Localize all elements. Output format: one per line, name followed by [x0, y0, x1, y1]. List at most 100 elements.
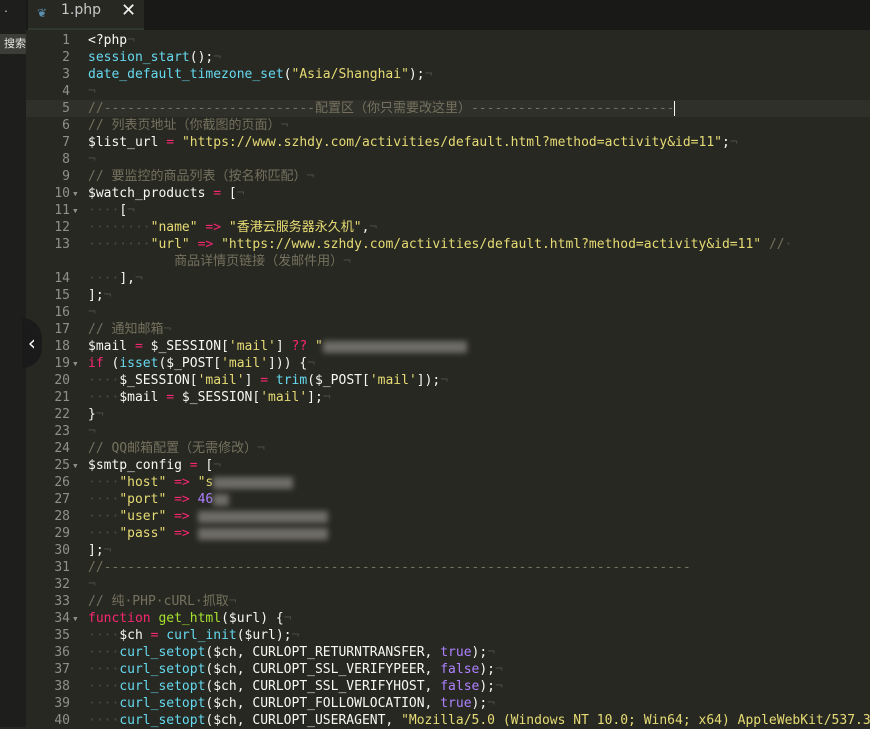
- code-text: // 纯·PHP·cURL·抓取¬: [88, 593, 237, 610]
- code-line[interactable]: 29 ····"pass" =>: [26, 525, 870, 542]
- line-number: 29: [54, 526, 70, 541]
- code-text: ¬: [88, 83, 96, 100]
- code-editor[interactable]: 1 <?php¬ 2 session_start();¬ 3 date_default_t…: [26, 32, 870, 729]
- code-line[interactable]: 28 ····"user" =>: [26, 508, 870, 525]
- code-token: [: [197, 458, 214, 473]
- code-line[interactable]: 31 //------------------------------------…: [26, 559, 870, 576]
- code-line[interactable]: 7 $list_url = "https://www.szhdy.com/acti…: [26, 134, 870, 151]
- code-line[interactable]: 4 ¬: [26, 83, 870, 100]
- code-line[interactable]: 25 ▾ $smtp_config = [¬: [26, 457, 870, 474]
- code-line[interactable]: 39 ····curl_setopt($ch, CURLOPT_FOLLOWLOC…: [26, 695, 870, 712]
- code-line[interactable]: 32 ¬: [26, 576, 870, 593]
- tab-1-php[interactable]: ❦ 1.php ✕: [28, 0, 144, 30]
- code-line[interactable]: 24 // QQ邮箱配置（无需修改）¬: [26, 440, 870, 457]
- code-line[interactable]: 38 ····curl_setopt($ch, CURLOPT_SSL_VERIF…: [26, 678, 870, 695]
- code-line[interactable]: 26 ····"host" => "s: [26, 474, 870, 491]
- code-token: ¬: [495, 662, 503, 677]
- line-number: 6: [62, 118, 70, 133]
- fold-arrow-icon[interactable]: ▾: [72, 185, 79, 202]
- line-number: 15: [54, 288, 70, 303]
- code-line[interactable]: 商品详情页链接（发邮件用）¬: [26, 253, 870, 270]
- code-token: ();: [189, 50, 214, 65]
- code-line[interactable]: 15 ];¬: [26, 287, 870, 304]
- code-line[interactable]: 34 ▾ function get_html($url) {¬: [26, 610, 870, 627]
- code-token: "Asia/Shanghai": [291, 67, 409, 82]
- code-line[interactable]: 17// 通知邮箱¬: [26, 321, 870, 338]
- code-token: ($ch, CURLOPT_RETURNTRANSFER,: [205, 645, 441, 660]
- fold-arrow-icon[interactable]: ▾: [72, 202, 79, 219]
- code-line[interactable]: 19 ▾ if (isset($_POST['mail'])) {¬: [26, 355, 870, 372]
- code-token: "host": [119, 475, 167, 490]
- code-token: ])) {: [268, 356, 308, 371]
- code-token: true: [440, 696, 472, 711]
- code-token: // QQ邮箱配置（无需修改）: [88, 441, 258, 456]
- tab-bar: ❦ 1.php ✕: [26, 0, 870, 30]
- line-number: 10: [54, 186, 70, 201]
- code-token: ]: [275, 339, 292, 354]
- code-token: (: [103, 356, 120, 371]
- code-token: ····: [88, 696, 120, 711]
- fold-arrow-icon[interactable]: ▾: [72, 355, 79, 372]
- code-line[interactable]: 2 session_start();¬: [26, 49, 870, 66]
- search-panel-label[interactable]: 搜索: [0, 34, 26, 54]
- code-token: (: [283, 67, 292, 82]
- redacted-text: [197, 510, 328, 523]
- line-number: 40: [54, 713, 70, 728]
- code-line[interactable]: 23 ¬: [26, 423, 870, 440]
- code-line[interactable]: 6 // 列表页地址（你截图的页面）¬: [26, 117, 870, 134]
- code-text: ····curl_setopt($ch, CURLOPT_FOLLOWLOCAT…: [88, 695, 495, 712]
- code-line[interactable]: 14 ····],¬: [26, 270, 870, 287]
- code-line[interactable]: 37 ····curl_setopt($ch, CURLOPT_SSL_VERIF…: [26, 661, 870, 678]
- code-line[interactable]: 30];¬: [26, 542, 870, 559]
- code-line[interactable]: 33 // 纯·PHP·cURL·抓取¬: [26, 593, 870, 610]
- line-number: 11: [54, 203, 70, 218]
- code-token: ¬: [88, 424, 96, 439]
- code-token: ¬: [88, 152, 96, 167]
- fold-arrow-icon[interactable]: ▾: [72, 457, 79, 474]
- code-line[interactable]: 20 ····$_SESSION['mail'] = trim($_POST['m…: [26, 372, 870, 389]
- fold-arrow-icon[interactable]: ▾: [72, 610, 79, 627]
- code-line[interactable]: 16 ¬: [26, 304, 870, 321]
- code-token: ¬: [280, 118, 289, 133]
- code-token: $mail: [119, 390, 167, 405]
- code-token: ¬: [88, 305, 96, 320]
- code-line[interactable]: 11 ▾ ····[¬: [26, 202, 870, 219]
- code-line[interactable]: 27 ····"port" => 46: [26, 491, 870, 508]
- code-text: $smtp_config = [¬: [88, 457, 221, 474]
- code-text: ¬: [88, 576, 96, 593]
- code-line[interactable]: 9 // 要监控的商品列表（按名称匹配）¬: [26, 168, 870, 185]
- code-token: ····: [88, 492, 120, 507]
- code-token: ¬: [487, 645, 496, 660]
- code-line[interactable]: 35 ····$ch = curl_init($url);¬: [26, 627, 870, 644]
- code-line[interactable]: 36 ····curl_setopt($ch, CURLOPT_RETURNTRA…: [26, 644, 870, 661]
- code-line[interactable]: 1 <?php¬: [26, 32, 870, 49]
- line-number: 20: [54, 373, 70, 388]
- code-line[interactable]: 13 ········"url" => "https://www.szhdy.co…: [26, 236, 870, 253]
- code-token: $smtp_config: [88, 458, 190, 473]
- code-token: $watch_products: [88, 186, 214, 201]
- code-line[interactable]: 22}¬: [26, 406, 870, 423]
- code-line[interactable]: 18 $mail = $_SESSION['mail'] ?? ": [26, 338, 870, 355]
- code-token: ····: [88, 271, 120, 286]
- code-token: ····: [88, 373, 120, 388]
- close-icon[interactable]: ✕: [121, 0, 136, 21]
- code-line[interactable]: 40 ····curl_setopt($ch, CURLOPT_USERAGENT…: [26, 712, 870, 729]
- code-token: //: [768, 237, 785, 252]
- code-line[interactable]: 21 ····$mail = $_SESSION['mail'];¬: [26, 389, 870, 406]
- code-token: ········: [88, 237, 151, 252]
- code-line[interactable]: 3 date_default_timezone_set("Asia/Shangha…: [26, 66, 870, 83]
- code-line[interactable]: 12 ········"name" => "香港云服务器永久机",¬: [26, 219, 870, 236]
- code-text: ];¬: [88, 287, 111, 304]
- line-number: 7: [62, 135, 70, 150]
- code-token: $ch: [119, 628, 151, 643]
- code-line[interactable]: 10 ▾ $watch_products = [¬: [26, 185, 870, 202]
- code-text: $watch_products = [¬: [88, 185, 245, 202]
- code-token: curl_setopt: [119, 713, 206, 728]
- code-line[interactable]: 8 ¬: [26, 151, 870, 168]
- code-line[interactable]: 5 //---------------------------配置区（你只需要改这…: [26, 100, 870, 117]
- php-file-icon: ❦: [37, 6, 48, 20]
